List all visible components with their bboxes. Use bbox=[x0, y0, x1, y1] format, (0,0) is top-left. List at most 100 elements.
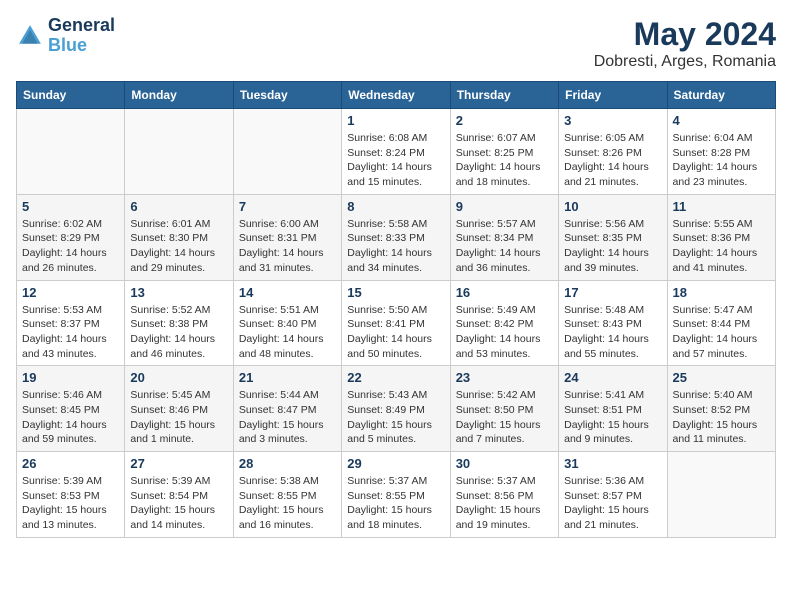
day-number: 24 bbox=[564, 370, 661, 385]
calendar-cell: 17Sunrise: 5:48 AM Sunset: 8:43 PM Dayli… bbox=[559, 280, 667, 366]
day-number: 16 bbox=[456, 285, 553, 300]
calendar-cell: 22Sunrise: 5:43 AM Sunset: 8:49 PM Dayli… bbox=[342, 366, 450, 452]
calendar-cell: 3Sunrise: 6:05 AM Sunset: 8:26 PM Daylig… bbox=[559, 109, 667, 195]
day-number: 31 bbox=[564, 456, 661, 471]
day-info: Sunrise: 5:49 AM Sunset: 8:42 PM Dayligh… bbox=[456, 303, 553, 362]
weekday-header: Thursday bbox=[450, 82, 558, 109]
weekday-header-row: SundayMondayTuesdayWednesdayThursdayFrid… bbox=[17, 82, 776, 109]
weekday-header: Tuesday bbox=[233, 82, 341, 109]
calendar-week-row: 19Sunrise: 5:46 AM Sunset: 8:45 PM Dayli… bbox=[17, 366, 776, 452]
day-number: 15 bbox=[347, 285, 444, 300]
weekday-header: Saturday bbox=[667, 82, 775, 109]
day-number: 14 bbox=[239, 285, 336, 300]
calendar-cell: 13 Sunrise: 5:52 AM Sunset: 8:38 PM Dayli… bbox=[125, 280, 233, 366]
day-number: 18 bbox=[673, 285, 770, 300]
day-number: 3 bbox=[564, 113, 661, 128]
day-number: 20 bbox=[130, 370, 227, 385]
calendar-cell: 1 Sunrise: 6:08 AM Sunset: 8:24 PM Daylig… bbox=[342, 109, 450, 195]
calendar-week-row: 26 Sunrise: 5:39 AM Sunset: 8:53 PM Dayli… bbox=[17, 452, 776, 538]
calendar-cell bbox=[667, 452, 775, 538]
calendar-cell: 27Sunrise: 5:39 AM Sunset: 8:54 PM Dayli… bbox=[125, 452, 233, 538]
day-info: Sunrise: 5:36 AM Sunset: 8:57 PM Dayligh… bbox=[564, 474, 661, 533]
day-info: Sunrise: 5:37 AM Sunset: 8:56 PM Dayligh… bbox=[456, 474, 553, 533]
logo: General Blue bbox=[16, 16, 115, 56]
calendar-cell: 31 Sunrise: 5:36 AM Sunset: 8:57 PM Dayli… bbox=[559, 452, 667, 538]
calendar-cell: 23 Sunrise: 5:42 AM Sunset: 8:50 PM Dayli… bbox=[450, 366, 558, 452]
calendar-cell bbox=[125, 109, 233, 195]
day-number: 8 bbox=[347, 199, 444, 214]
logo-line2: Blue bbox=[48, 36, 115, 56]
calendar-cell: 5 Sunrise: 6:02 AM Sunset: 8:29 PM Daylig… bbox=[17, 194, 125, 280]
logo-icon bbox=[16, 22, 44, 50]
calendar-cell: 25Sunrise: 5:40 AM Sunset: 8:52 PM Dayli… bbox=[667, 366, 775, 452]
location-title: Dobresti, Arges, Romania bbox=[594, 53, 776, 71]
day-number: 5 bbox=[22, 199, 119, 214]
calendar-cell: 6 Sunrise: 6:01 AM Sunset: 8:30 PM Daylig… bbox=[125, 194, 233, 280]
calendar-cell: 9 Sunrise: 5:57 AM Sunset: 8:34 PM Daylig… bbox=[450, 194, 558, 280]
calendar-cell: 14 Sunrise: 5:51 AM Sunset: 8:40 PM Dayli… bbox=[233, 280, 341, 366]
title-section: May 2024 Dobresti, Arges, Romania bbox=[594, 16, 776, 71]
calendar-cell: 11Sunrise: 5:55 AM Sunset: 8:36 PM Dayli… bbox=[667, 194, 775, 280]
calendar-cell: 26 Sunrise: 5:39 AM Sunset: 8:53 PM Dayli… bbox=[17, 452, 125, 538]
calendar-cell: 16 Sunrise: 5:49 AM Sunset: 8:42 PM Dayli… bbox=[450, 280, 558, 366]
day-info: Sunrise: 5:57 AM Sunset: 8:34 PM Dayligh… bbox=[456, 217, 553, 276]
day-number: 7 bbox=[239, 199, 336, 214]
day-info: Sunrise: 6:08 AM Sunset: 8:24 PM Dayligh… bbox=[347, 131, 444, 190]
calendar-cell: 10 Sunrise: 5:56 AM Sunset: 8:35 PM Dayli… bbox=[559, 194, 667, 280]
calendar-cell: 29 Sunrise: 5:37 AM Sunset: 8:55 PM Dayli… bbox=[342, 452, 450, 538]
day-info: Sunrise: 5:55 AM Sunset: 8:36 PM Dayligh… bbox=[673, 217, 770, 276]
calendar-table: SundayMondayTuesdayWednesdayThursdayFrid… bbox=[16, 81, 776, 538]
day-info: Sunrise: 5:53 AM Sunset: 8:37 PM Dayligh… bbox=[22, 303, 119, 362]
day-info: Sunrise: 5:44 AM Sunset: 8:47 PM Dayligh… bbox=[239, 388, 336, 447]
day-number: 30 bbox=[456, 456, 553, 471]
page-header: General Blue May 2024 Dobresti, Arges, R… bbox=[16, 16, 776, 71]
day-info: Sunrise: 5:48 AM Sunset: 8:43 PM Dayligh… bbox=[564, 303, 661, 362]
calendar-cell: 15 Sunrise: 5:50 AM Sunset: 8:41 PM Dayli… bbox=[342, 280, 450, 366]
calendar-week-row: 5 Sunrise: 6:02 AM Sunset: 8:29 PM Daylig… bbox=[17, 194, 776, 280]
day-info: Sunrise: 5:38 AM Sunset: 8:55 PM Dayligh… bbox=[239, 474, 336, 533]
day-info: Sunrise: 5:41 AM Sunset: 8:51 PM Dayligh… bbox=[564, 388, 661, 447]
day-number: 26 bbox=[22, 456, 119, 471]
day-info: Sunrise: 5:40 AM Sunset: 8:52 PM Dayligh… bbox=[673, 388, 770, 447]
calendar-cell: 8Sunrise: 5:58 AM Sunset: 8:33 PM Daylig… bbox=[342, 194, 450, 280]
day-info: Sunrise: 6:01 AM Sunset: 8:30 PM Dayligh… bbox=[130, 217, 227, 276]
day-info: Sunrise: 5:51 AM Sunset: 8:40 PM Dayligh… bbox=[239, 303, 336, 362]
day-info: Sunrise: 5:56 AM Sunset: 8:35 PM Dayligh… bbox=[564, 217, 661, 276]
calendar-cell: 4 Sunrise: 6:04 AM Sunset: 8:28 PM Daylig… bbox=[667, 109, 775, 195]
calendar-cell: 19Sunrise: 5:46 AM Sunset: 8:45 PM Dayli… bbox=[17, 366, 125, 452]
day-number: 13 bbox=[130, 285, 227, 300]
day-number: 1 bbox=[347, 113, 444, 128]
day-number: 10 bbox=[564, 199, 661, 214]
calendar-cell: 24 Sunrise: 5:41 AM Sunset: 8:51 PM Dayli… bbox=[559, 366, 667, 452]
day-info: Sunrise: 6:04 AM Sunset: 8:28 PM Dayligh… bbox=[673, 131, 770, 190]
day-info: Sunrise: 5:39 AM Sunset: 8:53 PM Dayligh… bbox=[22, 474, 119, 533]
day-number: 6 bbox=[130, 199, 227, 214]
weekday-header: Sunday bbox=[17, 82, 125, 109]
calendar-cell: 30 Sunrise: 5:37 AM Sunset: 8:56 PM Dayli… bbox=[450, 452, 558, 538]
day-number: 9 bbox=[456, 199, 553, 214]
day-number: 23 bbox=[456, 370, 553, 385]
day-info: Sunrise: 5:39 AM Sunset: 8:54 PM Dayligh… bbox=[130, 474, 227, 533]
calendar-week-row: 12 Sunrise: 5:53 AM Sunset: 8:37 PM Dayli… bbox=[17, 280, 776, 366]
day-number: 2 bbox=[456, 113, 553, 128]
day-number: 4 bbox=[673, 113, 770, 128]
day-info: Sunrise: 6:02 AM Sunset: 8:29 PM Dayligh… bbox=[22, 217, 119, 276]
day-info: Sunrise: 5:52 AM Sunset: 8:38 PM Dayligh… bbox=[130, 303, 227, 362]
day-info: Sunrise: 5:46 AM Sunset: 8:45 PM Dayligh… bbox=[22, 388, 119, 447]
day-number: 22 bbox=[347, 370, 444, 385]
day-number: 29 bbox=[347, 456, 444, 471]
weekday-header: Friday bbox=[559, 82, 667, 109]
day-info: Sunrise: 5:45 AM Sunset: 8:46 PM Dayligh… bbox=[130, 388, 227, 447]
weekday-header: Wednesday bbox=[342, 82, 450, 109]
day-info: Sunrise: 5:50 AM Sunset: 8:41 PM Dayligh… bbox=[347, 303, 444, 362]
month-title: May 2024 bbox=[594, 16, 776, 53]
logo-line1: General bbox=[48, 16, 115, 36]
calendar-cell: 7 Sunrise: 6:00 AM Sunset: 8:31 PM Daylig… bbox=[233, 194, 341, 280]
calendar-cell: 21Sunrise: 5:44 AM Sunset: 8:47 PM Dayli… bbox=[233, 366, 341, 452]
day-info: Sunrise: 6:07 AM Sunset: 8:25 PM Dayligh… bbox=[456, 131, 553, 190]
day-info: Sunrise: 5:37 AM Sunset: 8:55 PM Dayligh… bbox=[347, 474, 444, 533]
day-info: Sunrise: 5:42 AM Sunset: 8:50 PM Dayligh… bbox=[456, 388, 553, 447]
day-info: Sunrise: 6:00 AM Sunset: 8:31 PM Dayligh… bbox=[239, 217, 336, 276]
calendar-cell bbox=[17, 109, 125, 195]
day-number: 12 bbox=[22, 285, 119, 300]
